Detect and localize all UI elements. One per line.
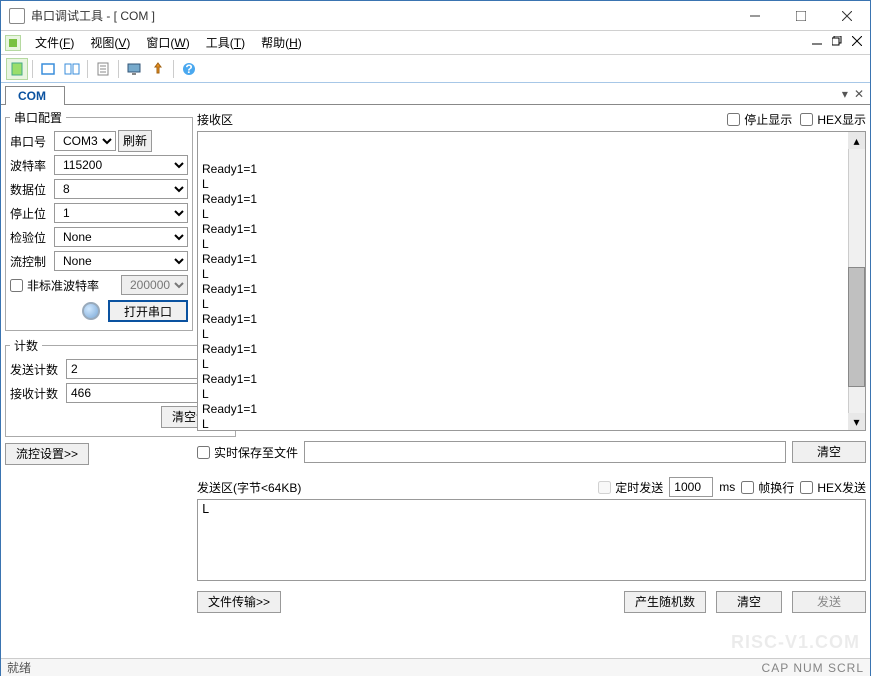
counter-legend: 计数 — [10, 337, 42, 354]
status-indicators: CAP NUM SCRL — [762, 661, 864, 675]
status-text: 就绪 — [7, 659, 31, 676]
tx-area-title: 发送区(字节<64KB) — [197, 479, 301, 496]
hex-display-checkbox[interactable]: HEX显示 — [800, 111, 866, 128]
open-port-button[interactable]: 打开串口 — [108, 300, 188, 322]
tx-clear-button[interactable]: 清空 — [716, 591, 782, 613]
window-title: 串口调试工具 - [ COM ] — [31, 7, 732, 24]
menu-file[interactable]: 文件(F) — [27, 32, 82, 53]
toolbar-doc-icon[interactable] — [92, 58, 114, 80]
toolbar-single-pane-icon[interactable] — [37, 58, 59, 80]
stop-label: 停止位 — [10, 205, 54, 222]
menubar: 文件(F) 视图(V) 窗口(W) 工具(T) 帮助(H) — [1, 31, 870, 55]
baud-select[interactable]: 115200 — [54, 155, 188, 175]
status-led-icon — [82, 302, 100, 320]
stop-select[interactable]: 1 — [54, 203, 188, 223]
refresh-button[interactable]: 刷新 — [118, 130, 152, 152]
menu-tools[interactable]: 工具(T) — [198, 32, 253, 53]
svg-text:?: ? — [185, 62, 192, 76]
menu-view[interactable]: 视图(V) — [82, 32, 138, 53]
tab-com[interactable]: COM — [5, 86, 65, 105]
flow-settings-button[interactable]: 流控设置>> — [5, 443, 89, 465]
toolbar-split-pane-icon[interactable] — [61, 58, 83, 80]
app-icon — [9, 8, 25, 24]
rx-scrollbar[interactable]: ▴ ▾ — [848, 132, 865, 430]
toolbar-monitor-icon[interactable] — [123, 58, 145, 80]
send-button[interactable]: 发送 — [792, 591, 866, 613]
nonstd-baud-select: 200000 — [121, 275, 188, 295]
timed-send-checkbox[interactable]: 定时发送 — [598, 479, 663, 496]
save-path-field[interactable] — [304, 441, 786, 463]
scroll-thumb[interactable] — [848, 267, 865, 387]
hex-send-checkbox[interactable]: HEX发送 — [800, 479, 866, 496]
toolbar-pin-icon[interactable] — [147, 58, 169, 80]
document-tabbar: COM ▾ ✕ — [1, 83, 870, 105]
data-select[interactable]: 8 — [54, 179, 188, 199]
interval-unit: ms — [719, 480, 735, 494]
port-select[interactable]: COM3 — [54, 131, 116, 151]
parity-select[interactable]: None — [54, 227, 188, 247]
serial-config-legend: 串口配置 — [10, 109, 66, 126]
rx-area-title: 接收区 — [197, 111, 719, 128]
serial-config-group: 串口配置 串口号 COM3 刷新 波特率115200 数据位8 停止位1 检验位… — [5, 109, 193, 331]
mdi-restore-button[interactable] — [828, 33, 846, 49]
workspace: 串口配置 串口号 COM3 刷新 波特率115200 数据位8 停止位1 检验位… — [1, 105, 870, 658]
toolbar-new-icon[interactable] — [6, 58, 28, 80]
toolbar-separator — [32, 60, 33, 78]
maximize-button[interactable] — [778, 1, 824, 31]
statusbar: 就绪 CAP NUM SCRL — [1, 658, 870, 676]
menu-grip-icon — [5, 35, 21, 51]
toolbar-help-icon[interactable]: ? — [178, 58, 200, 80]
close-button[interactable] — [824, 1, 870, 31]
parity-label: 检验位 — [10, 229, 54, 246]
mdi-minimize-button[interactable] — [808, 33, 826, 49]
rx-textarea[interactable]: Ready1=1 L Ready1=1 L Ready1=1 L Ready1=… — [197, 131, 866, 431]
left-pane: 串口配置 串口号 COM3 刷新 波特率115200 数据位8 停止位1 检验位… — [5, 109, 193, 654]
scroll-up-icon[interactable]: ▴ — [848, 132, 865, 149]
scroll-down-icon[interactable]: ▾ — [848, 413, 865, 430]
save-to-file-checkbox[interactable]: 实时保存至文件 — [197, 444, 298, 461]
pause-display-checkbox[interactable]: 停止显示 — [727, 111, 792, 128]
minimize-button[interactable] — [732, 1, 778, 31]
titlebar: 串口调试工具 - [ COM ] — [1, 1, 870, 31]
data-label: 数据位 — [10, 181, 54, 198]
recv-count-label: 接收计数 — [10, 385, 66, 402]
sent-count-label: 发送计数 — [10, 361, 66, 378]
baud-label: 波特率 — [10, 157, 54, 174]
mdi-close-button[interactable] — [848, 33, 866, 49]
flow-select[interactable]: None — [54, 251, 188, 271]
menu-help[interactable]: 帮助(H) — [253, 32, 310, 53]
random-button[interactable]: 产生随机数 — [624, 591, 706, 613]
flow-label: 流控制 — [10, 253, 54, 270]
toolbar-separator — [173, 60, 174, 78]
window-controls — [732, 1, 870, 31]
rx-clear-button[interactable]: 清空 — [792, 441, 866, 463]
menu-window[interactable]: 窗口(W) — [138, 32, 197, 53]
toolbar-separator — [118, 60, 119, 78]
tab-dropdown-icon[interactable]: ▾ — [842, 87, 848, 101]
frame-wrap-checkbox[interactable]: 帧换行 — [741, 479, 794, 496]
tab-close-icon[interactable]: ✕ — [854, 87, 864, 101]
nonstd-baud-checkbox[interactable]: 非标准波特率 — [10, 277, 99, 294]
file-transfer-button[interactable]: 文件传输>> — [197, 591, 281, 613]
tx-textarea[interactable] — [197, 499, 866, 581]
toolbar-separator — [87, 60, 88, 78]
toolbar: ? — [1, 55, 870, 83]
port-label: 串口号 — [10, 133, 54, 150]
right-pane: 接收区 停止显示 HEX显示 Ready1=1 L Ready1=1 L Rea… — [197, 109, 866, 654]
interval-field[interactable] — [669, 477, 713, 497]
